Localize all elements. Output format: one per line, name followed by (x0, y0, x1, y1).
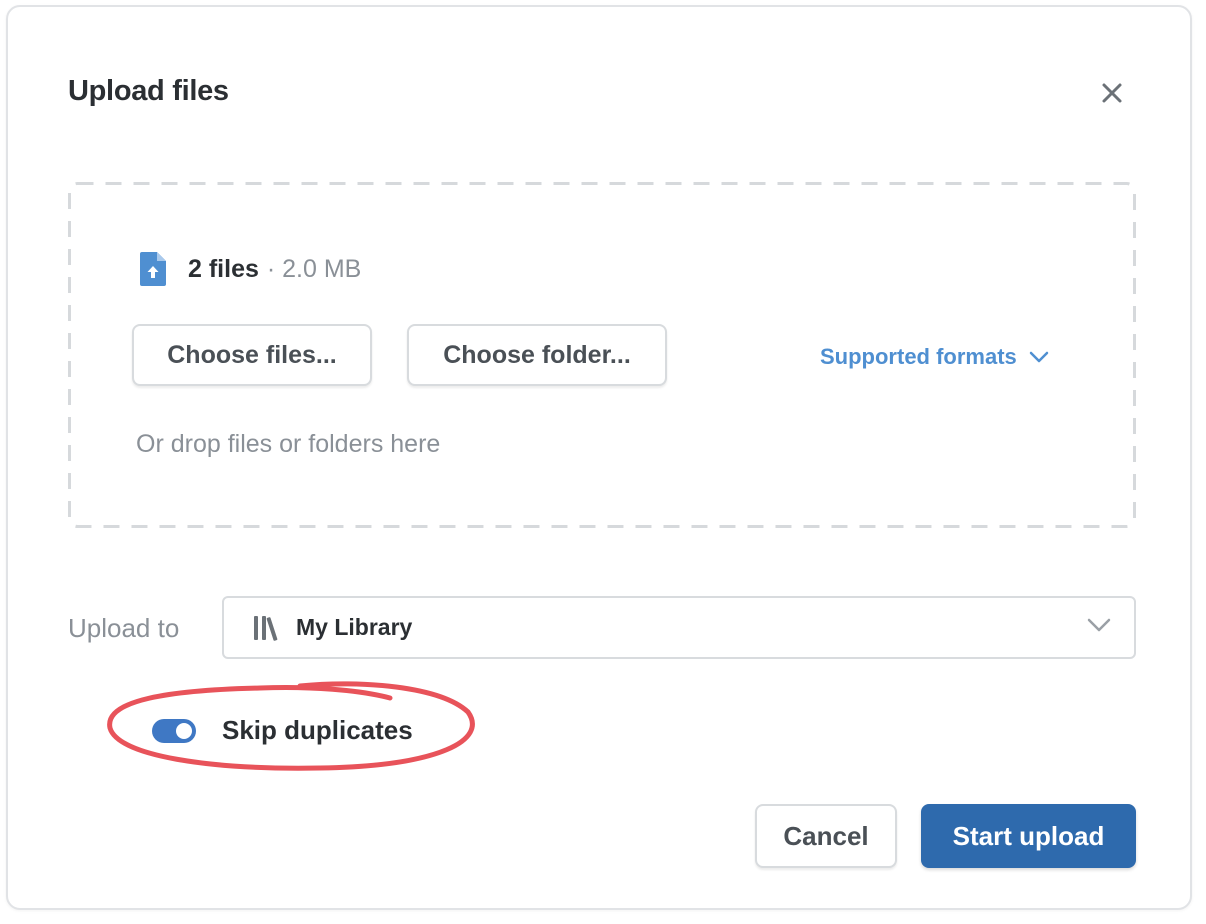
dialog-title: Upload files (68, 75, 229, 107)
cancel-button[interactable]: Cancel (755, 804, 897, 868)
file-count: 2 files (188, 254, 259, 283)
close-button[interactable] (1096, 77, 1128, 109)
choose-files-button[interactable]: Choose files... (132, 324, 372, 386)
drop-zone[interactable]: 2 files · 2.0 MB Choose files... Choose … (68, 182, 1136, 528)
upload-dialog: Upload files 2 files · 2.0 MB Choose fil… (6, 5, 1192, 910)
skip-duplicates-toggle[interactable] (152, 718, 196, 743)
skip-duplicates-row: Skip duplicates (152, 715, 413, 746)
supported-formats-label: Supported formats (820, 344, 1017, 369)
chevron-down-icon (1029, 351, 1049, 363)
close-icon (1102, 83, 1122, 103)
upload-to-label: Upload to (68, 613, 180, 643)
toggle-knob (176, 722, 192, 739)
chevron-down-icon (1087, 618, 1111, 632)
file-summary: 2 files · 2.0 MB (140, 252, 361, 286)
supported-formats-toggle[interactable]: Supported formats (820, 344, 1049, 370)
start-upload-button[interactable]: Start upload (921, 804, 1136, 868)
skip-duplicates-label: Skip duplicates (222, 715, 413, 745)
library-selected-value: My Library (296, 614, 413, 640)
library-icon (254, 616, 278, 641)
drop-hint: Or drop files or folders here (136, 430, 441, 458)
file-upload-icon (140, 252, 166, 286)
choose-folder-button[interactable]: Choose folder... (407, 324, 667, 386)
file-size: · 2.0 MB (266, 254, 362, 283)
library-select[interactable]: My Library (222, 596, 1136, 659)
